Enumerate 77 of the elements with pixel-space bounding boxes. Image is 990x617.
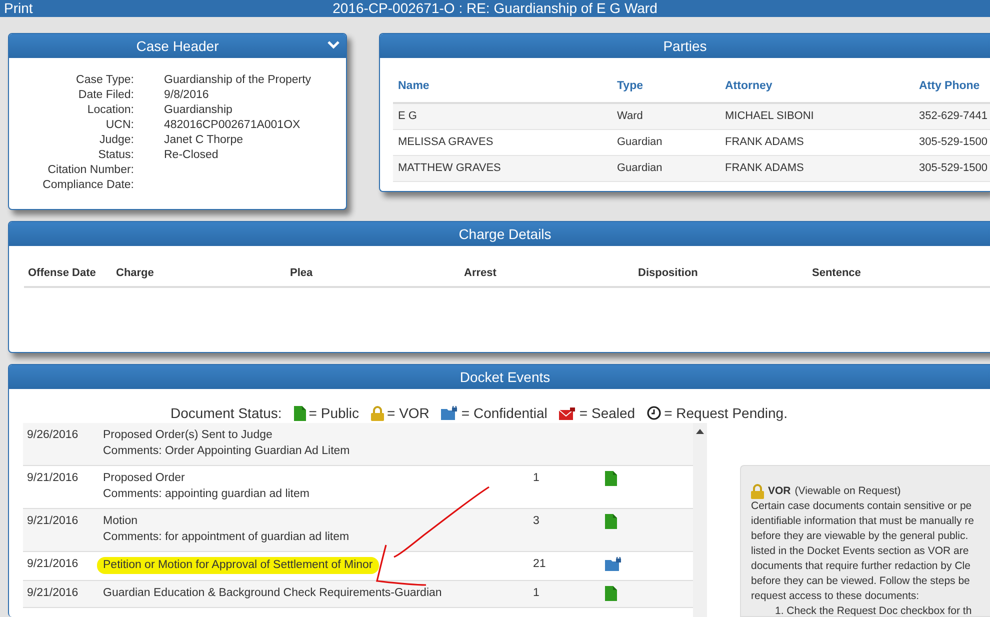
table-cell: FRANK ADAMS [720,156,914,182]
column-header: Disposition [634,267,808,288]
date-cell-text: 9/21/2016 [27,514,80,529]
event-description: Proposed Order [103,471,185,486]
field-label: Status: [97,148,134,163]
table-cell: E G [393,104,612,130]
vor-title: VOR [768,484,791,499]
field-label: Judge: [98,133,134,148]
envelope-lock-icon [559,406,576,420]
column-header: Charge [112,267,286,288]
info-text: request access to these documents: [751,589,920,604]
event-description: Motion [103,514,138,529]
page-count: 21 [533,557,547,572]
date-cell-text: 9/21/2016 [27,557,80,572]
clock-icon [647,406,662,420]
info-text: listed in the Docket Events section as VOR are [751,544,970,559]
date-cell-text: 9/21/2016 [27,586,80,601]
page-count: 1 [533,471,540,486]
legend-text: = Sealed [579,405,636,421]
scrollbar[interactable] [693,423,707,617]
lock-icon [751,484,764,499]
legend-label: Document Status: [170,405,282,421]
field-value: Guardianship [164,103,234,118]
field-label: Compliance Date: [42,178,134,193]
legend-text: = Request Pending. [664,405,788,421]
panel-title: Parties [663,38,707,54]
legend-text: = Confidential [461,405,548,421]
case-title: 2016-CP-002671-O : RE: Guardianship of E G Ward [332,1,658,16]
event-description: Proposed Order(s) Sent to Judge [103,428,272,443]
field-value: Janet C Thorpe [164,133,244,148]
scroll-up-icon[interactable] [696,429,704,434]
document-icon [294,406,306,420]
date-cell-text: 9/21/2016 [27,471,80,486]
event-comments: Comments: Order Appointing Guardian Ad Litem [103,444,351,459]
field-label: Location: [86,103,134,118]
field-value: 482016CP002671A001OX [164,118,302,133]
table-cell: MICHAEL SIBONI [720,104,914,130]
column-header: Sentence [808,267,990,288]
column-header: Offense Date [24,267,112,288]
field-value: Guardianship of the Property [164,73,312,88]
highlighted-description: Petition or Motion for Approval of Settlement of Minor [97,557,379,574]
field-value: Re-Closed [164,148,220,163]
table-cell: 352-629-7441 [914,104,990,130]
field-label: UCN: [104,118,134,133]
date-cell-text: 9/26/2016 [27,428,80,443]
field-label: Case Type: [75,73,134,88]
table-cell: 305-529-1500 [914,130,990,156]
lock-icon [371,406,384,420]
table-cell: 305-529-1500 [914,156,990,182]
column-header: Arrest [460,267,634,288]
page-count: 3 [533,514,540,529]
info-text: identifiable information that must be manually re [751,514,975,529]
field-label: Citation Number: [46,163,134,178]
event-comments: Comments: for appointment of guardian ad litem [103,530,350,545]
field-label: Date Filed: [77,88,134,103]
table-cell: Ward [612,104,720,130]
table-cell: Guardian [612,156,720,182]
column-header: Plea [286,267,460,288]
event-description: Guardian Education & Background Check Requirements-Guardian [103,586,442,601]
vor-subtitle: (Viewable on Request) [794,484,901,499]
info-text: before they are viewable by the general public. [751,529,970,544]
folder-lock-icon [441,406,458,420]
page-count: 1 [533,586,540,601]
panel-title: Case Header [136,38,219,54]
info-text: before they can be viewed. Follow the steps be [751,574,971,589]
panel-title: Docket Events [460,369,550,385]
info-text: documents that require further redaction by Cle [751,559,972,574]
legend-text: = Public [308,405,359,421]
info-text: Certain case documents contain sensitive or pe [751,499,973,514]
chevron-down-icon[interactable] [327,40,340,50]
legend-text: = VOR [387,405,430,421]
event-comments: Comments: appointing guardian ad litem [103,487,310,502]
step-text: 1. Check the Request Doc checkbox for th [774,604,973,616]
panel-title: Charge Details [458,226,552,242]
field-value: 9/8/2016 [164,88,210,103]
print-link[interactable]: Print [0,1,33,16]
table-cell: MATTHEW GRAVES [393,156,612,182]
